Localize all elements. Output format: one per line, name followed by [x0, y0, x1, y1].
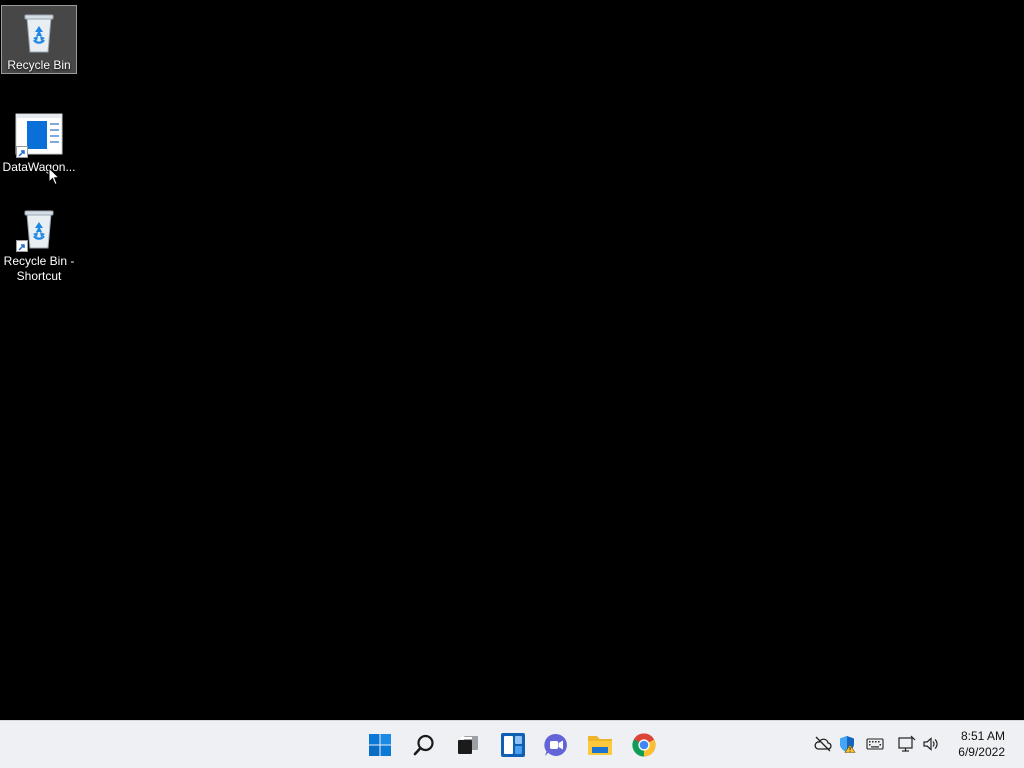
task-view-icon — [458, 736, 478, 754]
clock-date: 6/9/2022 — [958, 745, 1005, 759]
teams-chat-icon — [544, 733, 567, 756]
desktop-icon-label: Recycle Bin — [7, 58, 71, 72]
shortcut-arrow-icon — [16, 240, 28, 252]
onedrive-offline-icon — [814, 736, 832, 752]
widgets-icon — [501, 733, 525, 757]
desktop-icon-label-line1: Recycle Bin - — [3, 254, 75, 268]
chrome-button[interactable] — [628, 729, 660, 761]
desktop-icon-recycle-bin-shortcut[interactable]: Recycle Bin - Shortcut — [1, 202, 77, 284]
clock[interactable]: 8:51 AM 6/9/2022 — [958, 728, 1005, 760]
task-view-button[interactable] — [452, 729, 484, 761]
network-icon — [898, 735, 916, 752]
desktop-icon-datawagon[interactable]: DataWagon... — [1, 108, 77, 174]
file-explorer-icon — [588, 736, 612, 755]
network-button[interactable] — [898, 735, 916, 753]
onedrive-button[interactable] — [814, 735, 832, 753]
search-button[interactable] — [408, 729, 440, 761]
search-icon — [413, 734, 434, 756]
shortcut-arrow-icon — [16, 146, 28, 158]
recycle-bin-icon — [14, 8, 64, 58]
file-explorer-button[interactable] — [584, 729, 616, 761]
chrome-icon — [632, 733, 656, 757]
widgets-button[interactable] — [497, 729, 529, 761]
desktop-icon-recycle-bin[interactable]: Recycle Bin — [1, 5, 77, 74]
keyboard-button[interactable] — [866, 735, 884, 753]
start-button[interactable] — [364, 729, 396, 761]
desktop[interactable]: Recycle Bin DataWagon... Recycle Bin - S… — [0, 0, 1024, 720]
clock-time: 8:51 AM — [960, 729, 1005, 743]
keyboard-icon — [866, 738, 884, 750]
desktop-icon-label: DataWagon... — [2, 160, 76, 174]
security-warning-icon — [840, 736, 856, 753]
security-button[interactable] — [838, 735, 856, 753]
mouse-cursor-icon — [48, 166, 61, 186]
volume-icon — [923, 737, 938, 751]
desktop-icon-label-line2: Shortcut — [16, 269, 62, 283]
taskbar: 8:51 AM 6/9/2022 — [0, 720, 1024, 768]
windows-start-icon — [369, 734, 391, 756]
chat-button[interactable] — [540, 729, 572, 761]
volume-button[interactable] — [922, 735, 940, 753]
app-window-icon — [14, 110, 64, 160]
recycle-bin-icon — [14, 204, 64, 254]
